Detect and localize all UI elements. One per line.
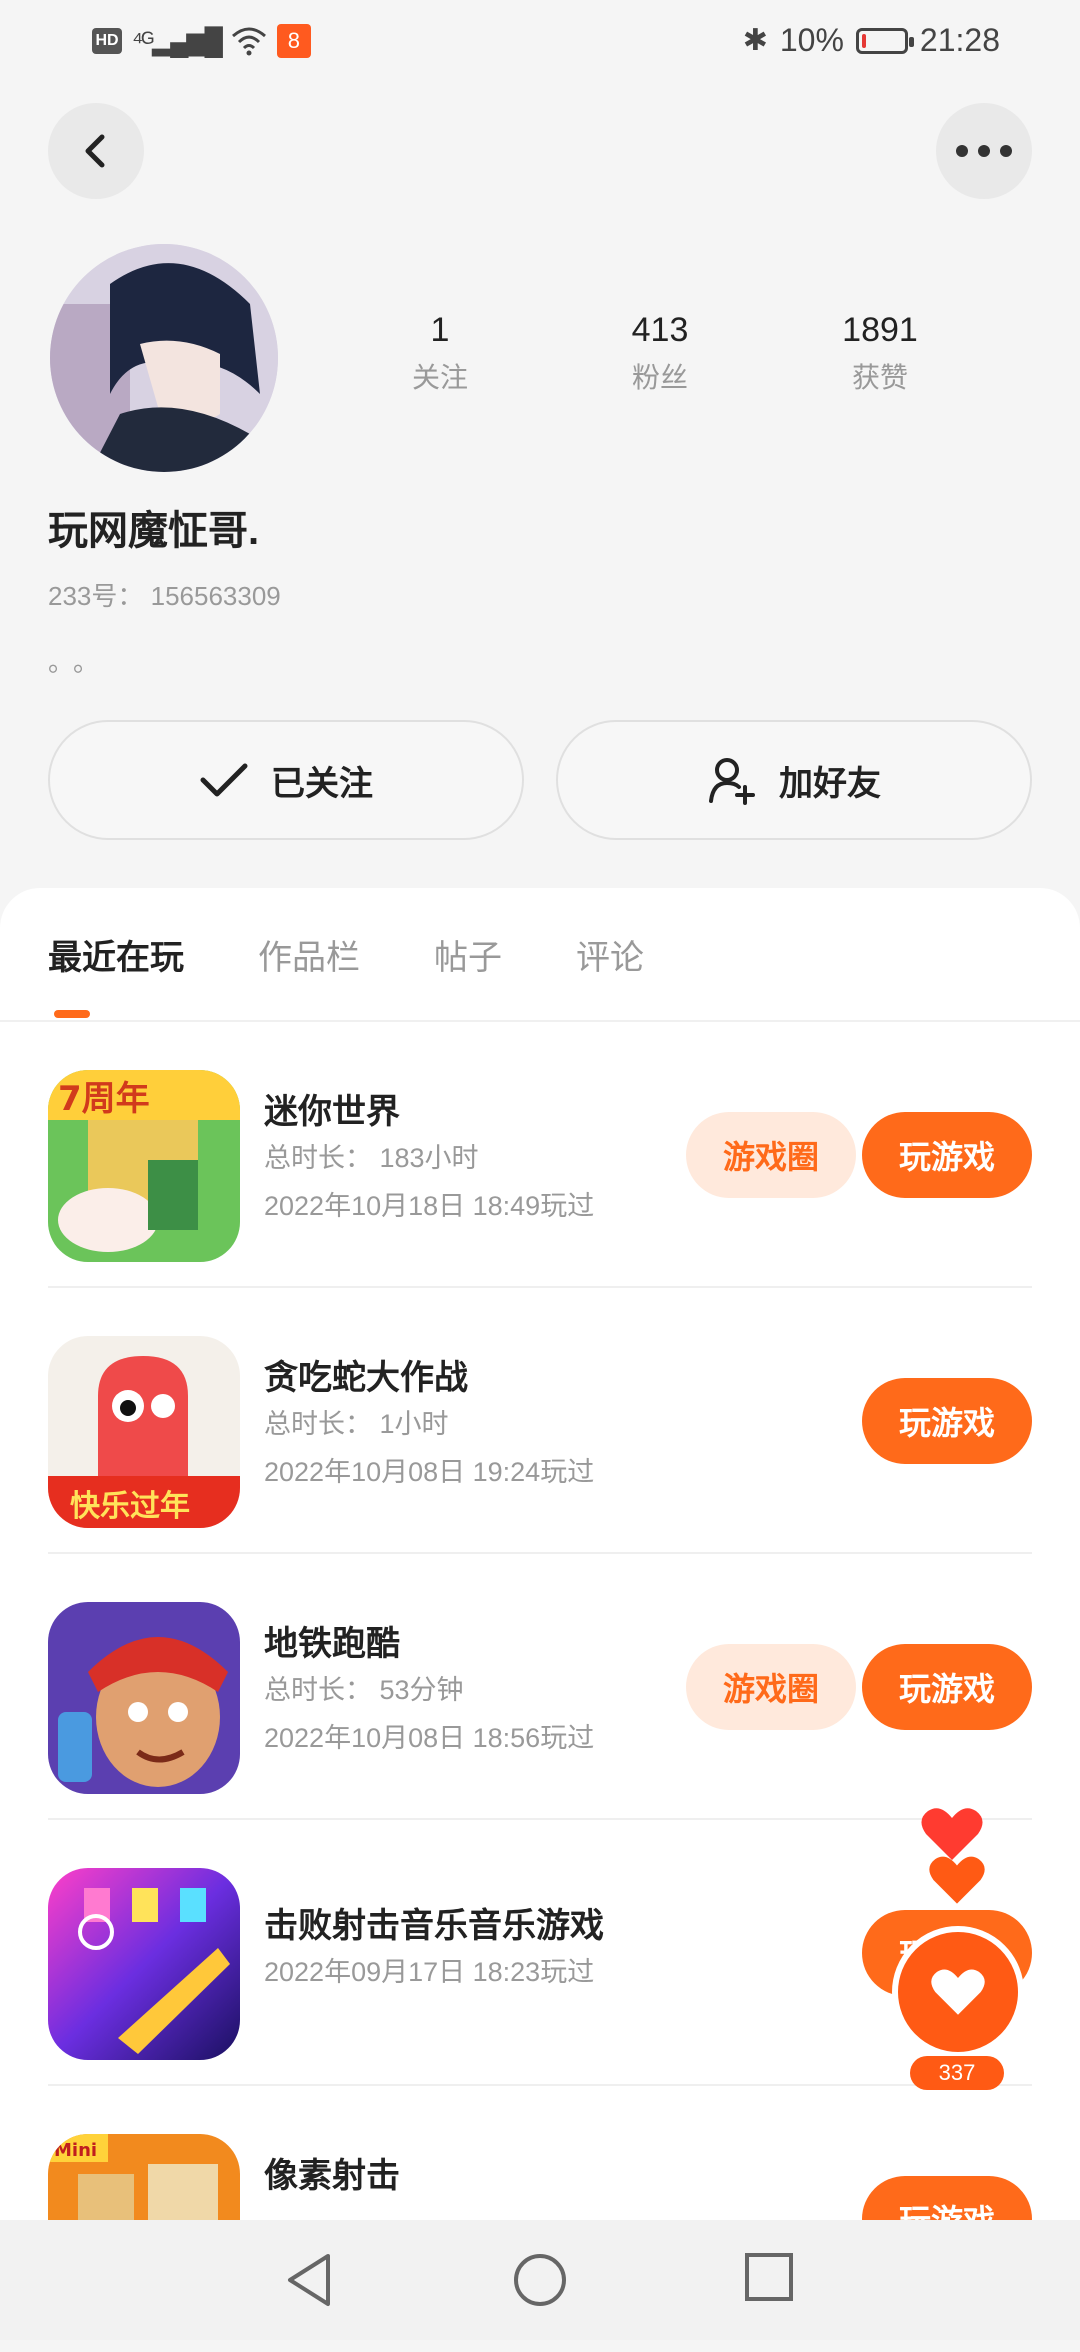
list-item[interactable]: 地铁跑酷 总时长： 53分钟 2022年10月08日 18:56玩过 游戏圈 玩… (48, 1554, 1032, 1820)
game-duration: 总时长： 1小时 (264, 1409, 449, 1439)
nav-home-icon[interactable] (512, 2252, 568, 2308)
battery-percent: 10% (779, 22, 844, 58)
signal-icon: ⁴ᴳ▂▄▆█ (132, 25, 223, 56)
game-last-played: 2022年09月17日 18:23玩过 (264, 1957, 595, 1987)
game-duration: 总时长： 183小时 (264, 1143, 479, 1173)
play-game-button[interactable]: 玩游戏 (862, 1378, 1032, 1464)
system-nav-bar (0, 2220, 1080, 2340)
tab-comments[interactable]: 评论 (576, 930, 644, 979)
content-sheet: 最近在玩 作品栏 帖子 评论 7周年 迷你世界 总时长： 183小时 2022年… (0, 888, 1080, 2340)
game-title: 击败射击音乐音乐游戏 (264, 1907, 604, 1945)
add-friend-button[interactable]: 加好友 (556, 720, 1032, 840)
game-last-played: 2022年10月08日 18:56玩过 (264, 1723, 595, 1753)
user-id: 233号： 156563309 (48, 581, 281, 611)
game-last-played: 2022年10月18日 18:49玩过 (264, 1191, 595, 1221)
svg-text:快乐过年: 快乐过年 (70, 1489, 190, 1524)
heart-icon (931, 1969, 985, 2015)
stat-followers[interactable]: 413 粉丝 (550, 310, 770, 396)
svg-text:Mini: Mini (54, 2140, 97, 2161)
game-icon: 快乐过年 (48, 1336, 240, 1528)
wifi-icon (231, 27, 266, 56)
like-count: 337 (910, 2056, 1004, 2090)
followed-label: 已关注 (271, 764, 373, 803)
battery-icon (855, 27, 914, 54)
like-button[interactable] (892, 1926, 1024, 2058)
hd-indicator: HD (92, 28, 122, 54)
username: 玩网魔怔哥. (48, 509, 260, 553)
play-game-button[interactable]: 玩游戏 (862, 1644, 1032, 1730)
stat-following[interactable]: 1 关注 (330, 310, 550, 396)
clock: 21:28 (919, 22, 1000, 58)
heart-icon (929, 1856, 985, 1904)
game-duration: 总时长： 53分钟 (264, 1675, 464, 1705)
back-button[interactable] (48, 103, 144, 199)
status-bar: HD ⁴ᴳ▂▄▆█ 8 ✱ 10% 21:28 (0, 0, 1080, 84)
list-item[interactable]: 快乐过年 贪吃蛇大作战 总时长： 1小时 2022年10月08日 19:24玩过… (48, 1288, 1032, 1554)
game-title: 贪吃蛇大作战 (264, 1359, 468, 1397)
tab-recently-played[interactable]: 最近在玩 (48, 930, 184, 979)
play-game-button[interactable]: 玩游戏 (862, 1112, 1032, 1198)
add-friend-label: 加好友 (779, 764, 881, 803)
tab-posts[interactable]: 帖子 (434, 930, 502, 979)
game-title: 像素射击 (264, 2157, 400, 2195)
tab-indicator (54, 1010, 90, 1018)
app-notification-icon: 8 (276, 24, 311, 58)
game-circle-button[interactable]: 游戏圈 (686, 1112, 856, 1198)
avatar[interactable] (50, 244, 278, 472)
svg-text:7周年: 7周年 (58, 1079, 150, 1119)
list-item[interactable]: 7周年 迷你世界 总时长： 183小时 2022年10月18日 18:49玩过 … (48, 1022, 1032, 1288)
nav-back-icon[interactable] (284, 2252, 334, 2308)
user-bio: 。。 (48, 647, 112, 677)
chevron-left-icon (85, 134, 105, 168)
game-last-played: 2022年10月08日 19:24玩过 (264, 1457, 595, 1487)
checkmark-icon (200, 763, 248, 797)
tab-bar: 最近在玩 作品栏 帖子 评论 (48, 930, 644, 979)
nav-recents-icon[interactable] (744, 2252, 794, 2302)
list-item[interactable]: 击败射击音乐音乐游戏 2022年09月17日 18:23玩过 玩游戏 (48, 1820, 1032, 2086)
game-title: 迷你世界 (264, 1093, 400, 1131)
more-button[interactable] (936, 103, 1032, 199)
stat-likes[interactable]: 1891 获赞 (770, 310, 990, 396)
game-icon: 7周年 (48, 1070, 240, 1262)
game-title: 地铁跑酷 (264, 1625, 400, 1663)
game-icon (48, 1602, 240, 1794)
profile-stats: 1 关注 413 粉丝 1891 获赞 (330, 310, 990, 396)
bluetooth-icon: ✱ (742, 24, 768, 57)
game-icon (48, 1868, 240, 2060)
add-user-icon (709, 758, 755, 805)
followed-button[interactable]: 已关注 (48, 720, 524, 840)
tab-works[interactable]: 作品栏 (258, 930, 360, 979)
game-circle-button[interactable]: 游戏圈 (686, 1644, 856, 1730)
more-dots-icon (956, 145, 1012, 157)
